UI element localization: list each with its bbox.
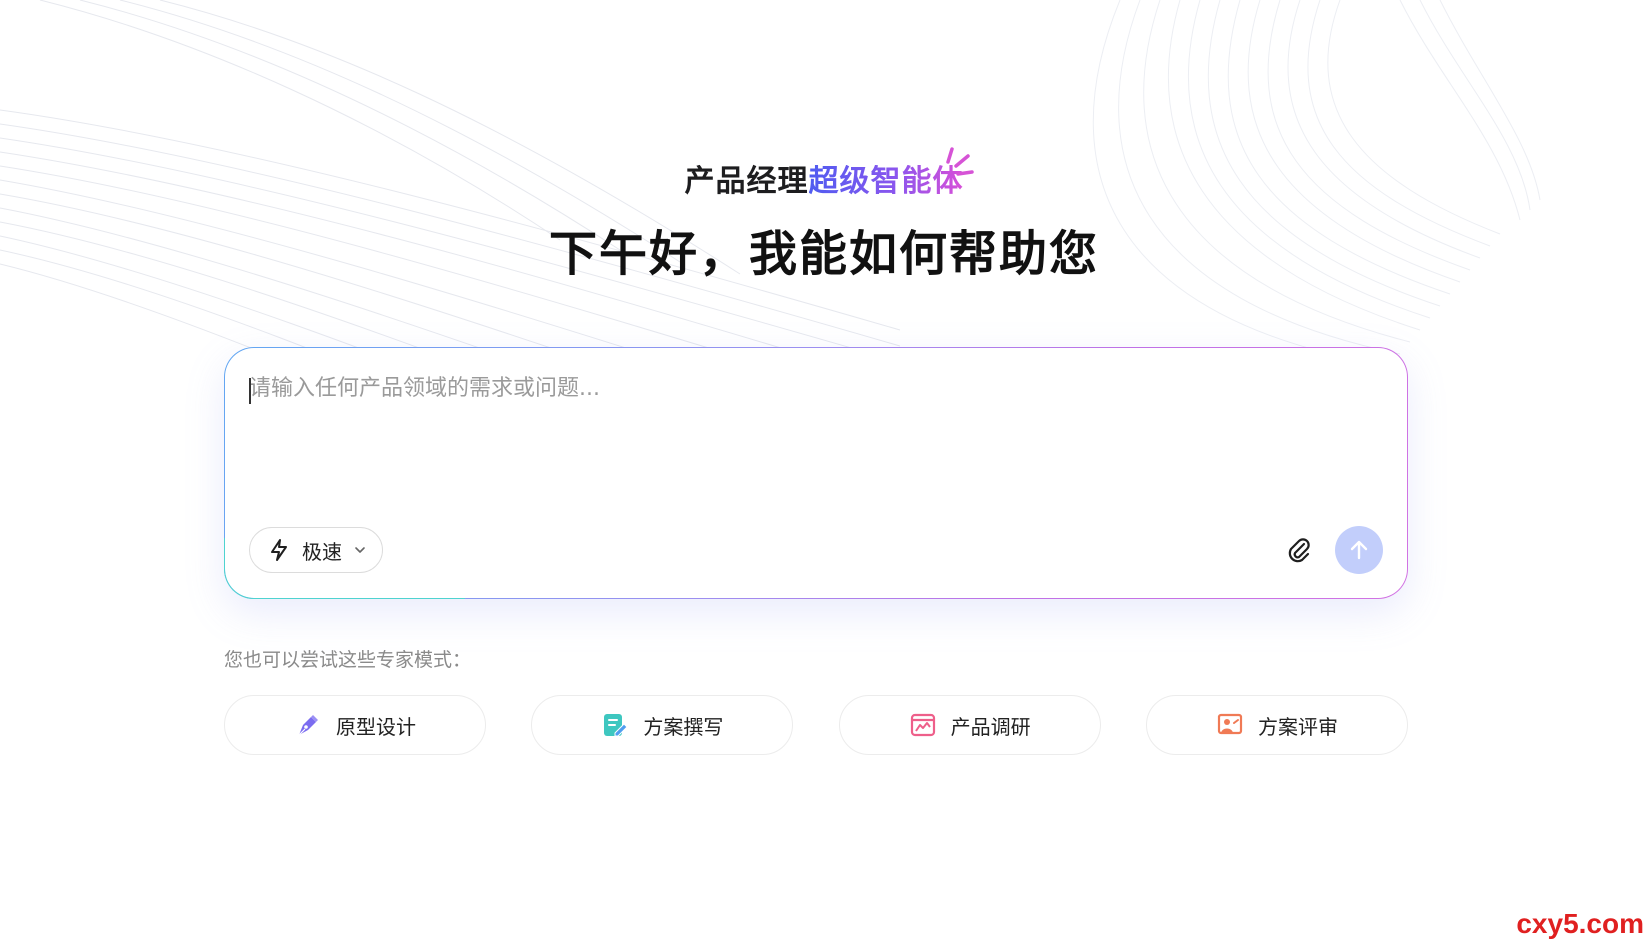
expert-label: 方案评审 xyxy=(1257,714,1338,739)
subtitle-accent: 超级智能体 xyxy=(808,165,964,198)
expert-label: 产品调研 xyxy=(950,714,1031,739)
presentation-person-icon xyxy=(1217,713,1243,735)
expert-prototype-design[interactable]: 原型设计 xyxy=(224,695,486,755)
sparkle-icon xyxy=(946,147,974,176)
product-subtitle: 产品经理超级智能体 xyxy=(0,156,1648,200)
pen-nib-icon xyxy=(298,715,318,736)
attach-button[interactable] xyxy=(1281,532,1317,568)
chevron-down-icon xyxy=(355,547,365,553)
arrow-up-icon xyxy=(1350,540,1368,560)
prompt-composer: 极速 xyxy=(224,347,1408,599)
expert-product-research[interactable]: 产品调研 xyxy=(838,695,1101,755)
subtitle-plain: 产品经理 xyxy=(684,165,809,198)
expert-proposal-review[interactable]: 方案评审 xyxy=(1145,695,1408,755)
prompt-input[interactable] xyxy=(249,370,1379,460)
watermark: cxy5.com xyxy=(1516,908,1644,939)
expert-modes: 原型设计 方案撰写 产品调研 方案评审 xyxy=(224,695,1408,755)
mode-label: 极速 xyxy=(302,539,342,564)
send-button[interactable] xyxy=(1335,526,1383,574)
mode-dropdown[interactable]: 极速 xyxy=(249,527,383,573)
expert-modes-hint: 您也可以尝试这些专家模式： xyxy=(224,649,472,671)
document-edit-icon xyxy=(604,714,629,737)
text-cursor xyxy=(249,378,251,404)
greeting-headline: 下午好，我能如何帮助您 xyxy=(548,228,1099,281)
lightning-icon xyxy=(271,539,287,561)
expert-label: 原型设计 xyxy=(336,714,416,739)
paperclip-icon xyxy=(1288,538,1310,563)
browser-chart-icon xyxy=(910,713,935,737)
expert-proposal-writing[interactable]: 方案撰写 xyxy=(531,695,794,755)
expert-label: 方案撰写 xyxy=(643,714,724,739)
